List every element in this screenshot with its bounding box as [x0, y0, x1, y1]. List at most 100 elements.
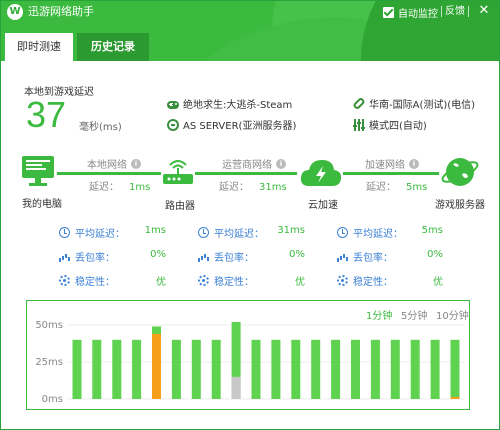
segment-title-text: 加速网络	[365, 160, 405, 171]
stat-avg-accel-value: 5ms	[421, 225, 443, 236]
game-info: 绝地求生:大逃杀-Steam	[167, 96, 292, 111]
sliders-icon	[353, 118, 365, 131]
app-window: W 迅游网络助手 自动监控 反馈 ✕ 即时测速 历史记录 本地到游戏延迟 37 …	[0, 0, 500, 430]
stat-stability-local: 稳定性：	[59, 273, 115, 288]
latency-value: 37	[26, 94, 67, 135]
auto-monitor-checkbox[interactable]: 自动监控	[383, 4, 438, 20]
y-tick-label: 50ms	[35, 320, 63, 331]
clock-icon	[59, 227, 70, 238]
chart-bar	[430, 339, 440, 399]
chart-bar	[351, 339, 360, 399]
stat-label: 稳定性：	[353, 277, 393, 288]
stat-avg-local: 平均延迟：	[59, 225, 125, 240]
chart-bar	[211, 339, 221, 399]
chart-bar	[450, 339, 460, 399]
latency-label: 延迟：	[89, 182, 119, 193]
y-tick-label: 25ms	[35, 357, 63, 368]
checkbox-checked-icon[interactable]	[383, 6, 394, 18]
server-icon	[167, 118, 179, 131]
stat-loss-isp-value: 0%	[289, 249, 305, 260]
stat-stability-isp: 稳定性：	[198, 273, 254, 288]
divider	[468, 6, 469, 17]
range-1min-button[interactable]: 1分钟	[366, 307, 392, 322]
stat-label: 平均延迟：	[214, 229, 264, 240]
mode-name: 模式四(自动)	[369, 121, 427, 132]
stat-stability-isp-value: 优	[295, 277, 305, 288]
latency-label: 延迟：	[219, 182, 249, 193]
close-button[interactable]: ✕	[474, 2, 494, 20]
signal-bars-icon	[337, 251, 348, 262]
info-icon[interactable]: i	[409, 158, 419, 169]
chart-bar-warning	[152, 333, 161, 399]
stat-label: 丢包率：	[75, 253, 115, 264]
segment-title-isp: 运营商网络 i	[222, 156, 286, 171]
game-server-icon	[441, 158, 479, 186]
path-line	[57, 172, 161, 175]
feedback-link[interactable]: 反馈	[445, 4, 465, 20]
signal-bars-icon	[59, 251, 70, 262]
chart-bar	[132, 339, 142, 399]
stat-label: 平均延迟：	[353, 229, 403, 240]
clock-icon	[198, 227, 209, 238]
segment-title-text: 运营商网络	[222, 160, 272, 171]
gear-icon	[59, 275, 70, 286]
stat-stability-local-value: 优	[156, 277, 166, 288]
stat-avg-isp: 平均延迟：	[198, 225, 264, 240]
info-icon[interactable]: i	[276, 158, 286, 169]
app-logo-icon: W	[7, 4, 23, 20]
stat-label: 稳定性：	[75, 277, 115, 288]
chart-bar	[331, 339, 341, 399]
latency-value: 31ms	[259, 182, 287, 193]
server-info: AS SERVER(亚洲服务器)	[167, 117, 296, 132]
segment-latency-isp: 延迟： 31ms	[219, 178, 287, 193]
segment-latency-local: 延迟： 1ms	[89, 178, 150, 193]
stat-label: 丢包率：	[214, 253, 254, 264]
tab-realtime-speed[interactable]: 即时测速	[5, 33, 73, 61]
stat-loss-local: 丢包率：	[59, 249, 115, 264]
app-title: 迅游网络助手	[28, 5, 94, 18]
game-name: 绝地求生:大逃杀-Steam	[183, 100, 293, 111]
node-label-cloud: 云加速	[308, 200, 338, 211]
chart-bar	[112, 339, 122, 399]
latency-value: 1ms	[129, 182, 151, 193]
network-path: 我的电脑 路由器 云加速 游戏服务器 本地网络 i 延迟： 1ms 运营商网络 …	[1, 149, 499, 212]
link-icon	[352, 96, 366, 111]
chart-bar	[291, 339, 301, 399]
range-5min-button[interactable]: 5分钟	[401, 307, 427, 322]
stat-loss-local-value: 0%	[150, 249, 166, 260]
tab-history[interactable]: 历史记录	[77, 33, 149, 61]
gear-icon	[198, 275, 209, 286]
stat-avg-local-value: 1ms	[144, 225, 166, 236]
stat-label: 丢包率：	[353, 253, 393, 264]
chart-bar	[271, 339, 281, 399]
chart-bar	[92, 339, 102, 399]
route-info: 华南-国际A(测试)(电信)	[352, 96, 476, 111]
segment-title-accel: 加速网络 i	[365, 156, 419, 171]
computer-icon	[22, 156, 54, 186]
path-line	[343, 172, 439, 175]
info-icon[interactable]: i	[131, 158, 141, 169]
chart-bar	[410, 339, 420, 399]
y-tick-label: 0ms	[42, 394, 63, 405]
stat-avg-isp-value: 31ms	[277, 225, 305, 236]
segment-title-local: 本地网络 i	[87, 156, 141, 171]
gear-icon	[337, 275, 348, 286]
latency-value: 5ms	[406, 182, 428, 193]
route-name: 华南-国际A(测试)(电信)	[369, 100, 476, 111]
server-name: AS SERVER(亚洲服务器)	[183, 121, 297, 132]
chart-bar	[251, 339, 261, 399]
latency-label: 延迟：	[366, 182, 396, 193]
range-10min-button[interactable]: 10分钟	[436, 307, 469, 322]
node-label-computer: 我的电脑	[22, 199, 62, 210]
node-label-game-server: 游戏服务器	[435, 200, 485, 211]
divider	[441, 6, 442, 17]
chart-bar	[191, 339, 201, 399]
stat-label: 平均延迟：	[75, 229, 125, 240]
auto-monitor-label: 自动监控	[398, 8, 438, 20]
chart-bar	[390, 339, 400, 399]
gamepad-icon	[167, 100, 179, 109]
segment-latency-accel: 延迟： 5ms	[366, 178, 427, 193]
mode-info: 模式四(自动)	[353, 117, 427, 132]
chart-bar	[311, 339, 321, 399]
latency-unit: 毫秒(ms)	[79, 122, 122, 133]
